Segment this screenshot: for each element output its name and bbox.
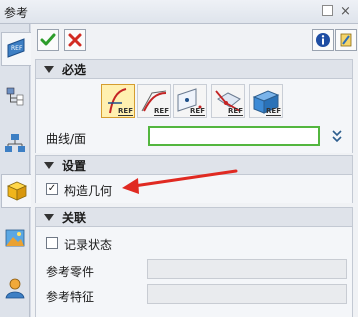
tree-icon[interactable]	[3, 84, 27, 108]
section-required-label: 必选	[62, 62, 87, 77]
curve-face-input[interactable]	[148, 126, 320, 146]
ref-tag: REF	[154, 107, 169, 116]
ref-tag: REF	[228, 107, 243, 116]
section-association-header[interactable]: 关联	[35, 207, 353, 227]
user-icon[interactable]	[3, 276, 27, 300]
section-settings-header[interactable]: 设置	[35, 155, 353, 175]
ref-feature-input[interactable]	[147, 284, 347, 304]
ref-part-input[interactable]	[147, 259, 347, 279]
record-state-checkbox[interactable]	[46, 237, 58, 249]
info-icon	[316, 33, 330, 47]
check-icon	[40, 33, 56, 46]
dialog-toolbar	[31, 24, 358, 57]
x-icon	[68, 33, 82, 47]
ref-feature-label: 参考特征	[46, 290, 95, 304]
section-required-header[interactable]: 必选	[35, 59, 353, 79]
cube-icon[interactable]	[1, 174, 31, 208]
help-button[interactable]	[335, 29, 357, 51]
ref-tag: REF	[190, 107, 205, 116]
ref-tag: REF	[118, 107, 133, 116]
title-bar: 参考 ×	[0, 0, 358, 24]
construct-geometry-checkbox[interactable]: ✓	[46, 183, 58, 195]
collapse-triangle-icon	[44, 65, 54, 73]
ref-tag: REF	[266, 107, 281, 116]
close-icon[interactable]: ×	[339, 4, 352, 19]
reference-panel: 必选 REF REF REF REF REF 曲线/面 设置 ✓ 构造几何 关联…	[31, 24, 358, 317]
image-icon[interactable]	[3, 226, 27, 250]
svg-text:REF: REF	[11, 45, 23, 52]
chevron-down-icon[interactable]	[330, 128, 344, 144]
window-title: 参考	[4, 6, 29, 20]
section-association-label: 关联	[62, 210, 87, 225]
ref-curve-button[interactable]: REF	[101, 84, 135, 118]
ok-button[interactable]	[37, 29, 59, 51]
ref-point-button[interactable]: REF	[173, 84, 207, 118]
collapse-triangle-icon	[44, 161, 54, 169]
ref-face-button[interactable]: REF	[249, 84, 283, 118]
ref-tab-icon[interactable]: REF	[1, 32, 31, 66]
left-toolbar: REF	[0, 24, 31, 317]
hierarchy-icon[interactable]	[3, 131, 27, 155]
cancel-button[interactable]	[64, 29, 86, 51]
help-icon	[340, 33, 352, 47]
construct-geometry-label: 构造几何	[64, 184, 113, 198]
ref-part-label: 参考零件	[46, 265, 95, 279]
info-button[interactable]	[312, 29, 334, 51]
pin-icon[interactable]	[322, 5, 333, 16]
record-state-label: 记录状态	[64, 238, 113, 252]
section-settings-label: 设置	[62, 158, 87, 173]
ref-plane-button[interactable]: REF	[211, 84, 245, 118]
curve-face-label: 曲线/面	[46, 132, 87, 146]
ref-spline-button[interactable]: REF	[137, 84, 171, 118]
collapse-triangle-icon	[44, 213, 54, 221]
